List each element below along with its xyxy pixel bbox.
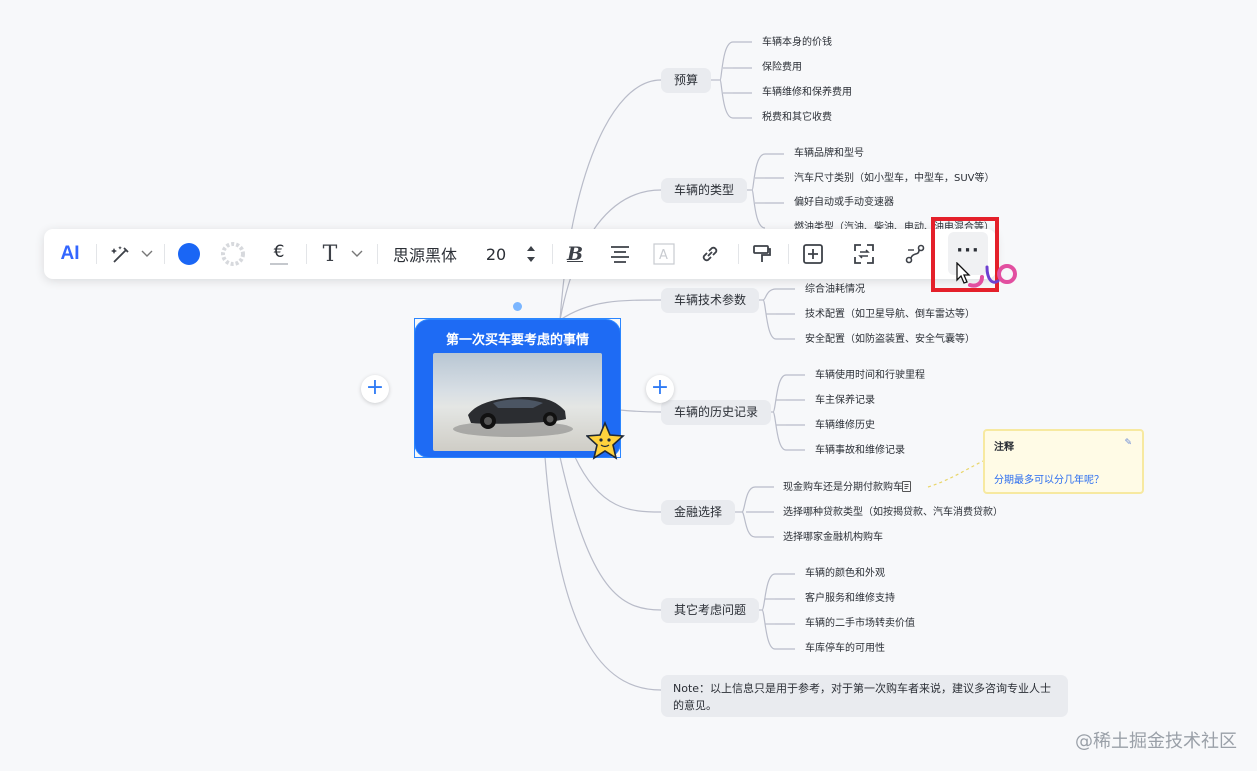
leaf-node[interactable]: 车辆的颜色和外观 bbox=[805, 567, 885, 581]
leaf-node[interactable]: 车辆本身的价钱 bbox=[762, 36, 832, 50]
connector-lines bbox=[544, 41, 984, 691]
leaf-node[interactable]: 车辆维修和保养费用 bbox=[762, 86, 852, 100]
chevron-down-icon[interactable] bbox=[346, 229, 368, 279]
note-card-text: 分期最多可以分几年呢？ bbox=[994, 475, 1104, 486]
font-size-input[interactable]: 20 bbox=[480, 229, 512, 279]
drag-handle[interactable] bbox=[513, 302, 522, 311]
divider bbox=[738, 244, 739, 264]
leaf-node[interactable]: 保险费用 bbox=[762, 61, 802, 75]
collaborator-avatar-icon bbox=[962, 263, 1028, 293]
note-attached-icon[interactable] bbox=[902, 481, 911, 492]
leaf-node[interactable]: 税费和其它收费 bbox=[762, 111, 832, 125]
leaf-node[interactable]: 车辆维修历史 bbox=[815, 419, 875, 433]
leaf-node[interactable]: 车辆事故和维修记录 bbox=[815, 444, 905, 458]
leaf-node[interactable]: 选择哪家金融机构购车 bbox=[783, 531, 883, 545]
root-title: 第一次买车要考虑的事情 bbox=[445, 333, 589, 348]
note-node[interactable]: Note：以上信息只是用于参考，对于第一次购车者来说，建议多咨询专业人士的意见。 bbox=[661, 675, 1068, 717]
divider bbox=[788, 244, 789, 264]
leaf-node[interactable]: 选择哪种贷款类型（如按揭贷款、汽车消费贷款） bbox=[783, 506, 1003, 520]
leaf-node[interactable]: 车辆品牌和型号 bbox=[794, 147, 864, 161]
align-center-icon[interactable] bbox=[604, 229, 636, 279]
branch-budget[interactable]: 预算 bbox=[661, 68, 712, 93]
format-painter-icon[interactable] bbox=[746, 229, 778, 279]
magic-wand-icon[interactable] bbox=[104, 229, 136, 279]
car-image bbox=[433, 353, 602, 451]
transparent-border-icon[interactable] bbox=[216, 229, 250, 279]
leaf-node[interactable]: 车库停车的可用性 bbox=[805, 642, 885, 656]
chevron-down-icon[interactable] bbox=[137, 229, 157, 279]
divider bbox=[164, 244, 165, 264]
relation-line-icon[interactable] bbox=[898, 229, 932, 279]
fill-color-button[interactable] bbox=[172, 229, 206, 279]
currency-glyph: € bbox=[273, 241, 285, 262]
leaf-node[interactable]: 安全配置（如防盗装置、安全气囊等） bbox=[805, 333, 975, 347]
add-node-left-button[interactable]: + bbox=[361, 375, 389, 403]
ai-button[interactable]: AI bbox=[52, 229, 88, 279]
text-background-icon[interactable]: A bbox=[648, 229, 680, 279]
note-card[interactable]: 注释 ✎ 分期最多可以分几年呢？ bbox=[983, 429, 1144, 494]
branch-history[interactable]: 车辆的历史记录 bbox=[661, 400, 772, 425]
leaf-node[interactable]: 偏好自动或手动变速器 bbox=[794, 196, 894, 210]
branch-finance[interactable]: 金融选择 bbox=[661, 500, 736, 525]
floating-toolbar: AI € T 思源黑体 20 B A bbox=[44, 229, 996, 279]
text-style-button[interactable]: T bbox=[316, 229, 344, 279]
leaf-node[interactable]: 综合油耗情况 bbox=[805, 283, 865, 297]
boundary-icon[interactable] bbox=[847, 229, 881, 279]
leaf-node[interactable]: 车辆使用时间和行驶里程 bbox=[815, 369, 925, 383]
leaf-node[interactable]: 汽车尺寸类别（如小型车，中型车，SUV等） bbox=[794, 172, 995, 186]
star-sticker-icon bbox=[585, 420, 626, 465]
currency-style-button[interactable]: € bbox=[262, 229, 296, 279]
divider bbox=[552, 244, 553, 264]
leaf-node[interactable]: 现金购车还是分期付款购车 bbox=[783, 481, 903, 495]
add-box-icon[interactable] bbox=[796, 229, 830, 279]
svg-text:A: A bbox=[659, 248, 668, 263]
font-size-stepper[interactable] bbox=[522, 229, 540, 279]
watermark: @稀土掘金技术社区 bbox=[1075, 731, 1237, 752]
edit-icon[interactable]: ✎ bbox=[1124, 438, 1132, 448]
mindmap-canvas[interactable]: 预算 车辆的类型 车辆技术参数 车辆的历史记录 金融选择 其它考虑问题 车辆本身… bbox=[0, 0, 1257, 771]
add-node-right-button[interactable]: + bbox=[646, 375, 674, 403]
leaf-node[interactable]: 车辆的二手市场转卖价值 bbox=[805, 617, 915, 631]
branch-tech-params[interactable]: 车辆技术参数 bbox=[661, 288, 760, 313]
leaf-node[interactable]: 客户服务和维修支持 bbox=[805, 592, 895, 606]
divider bbox=[306, 244, 307, 264]
bold-icon[interactable]: B bbox=[560, 229, 590, 279]
divider bbox=[96, 244, 97, 264]
font-family-select[interactable]: 思源黑体 bbox=[387, 229, 463, 279]
leaf-node[interactable]: 技术配置（如卫星导航、倒车雷达等） bbox=[805, 308, 975, 322]
branch-vehicle-type[interactable]: 车辆的类型 bbox=[661, 178, 748, 203]
divider bbox=[377, 244, 378, 264]
leaf-node[interactable]: 车主保养记录 bbox=[815, 394, 875, 408]
branch-other[interactable]: 其它考虑问题 bbox=[661, 598, 760, 623]
link-icon[interactable] bbox=[694, 229, 726, 279]
note-card-title: 注释 bbox=[994, 442, 1014, 453]
